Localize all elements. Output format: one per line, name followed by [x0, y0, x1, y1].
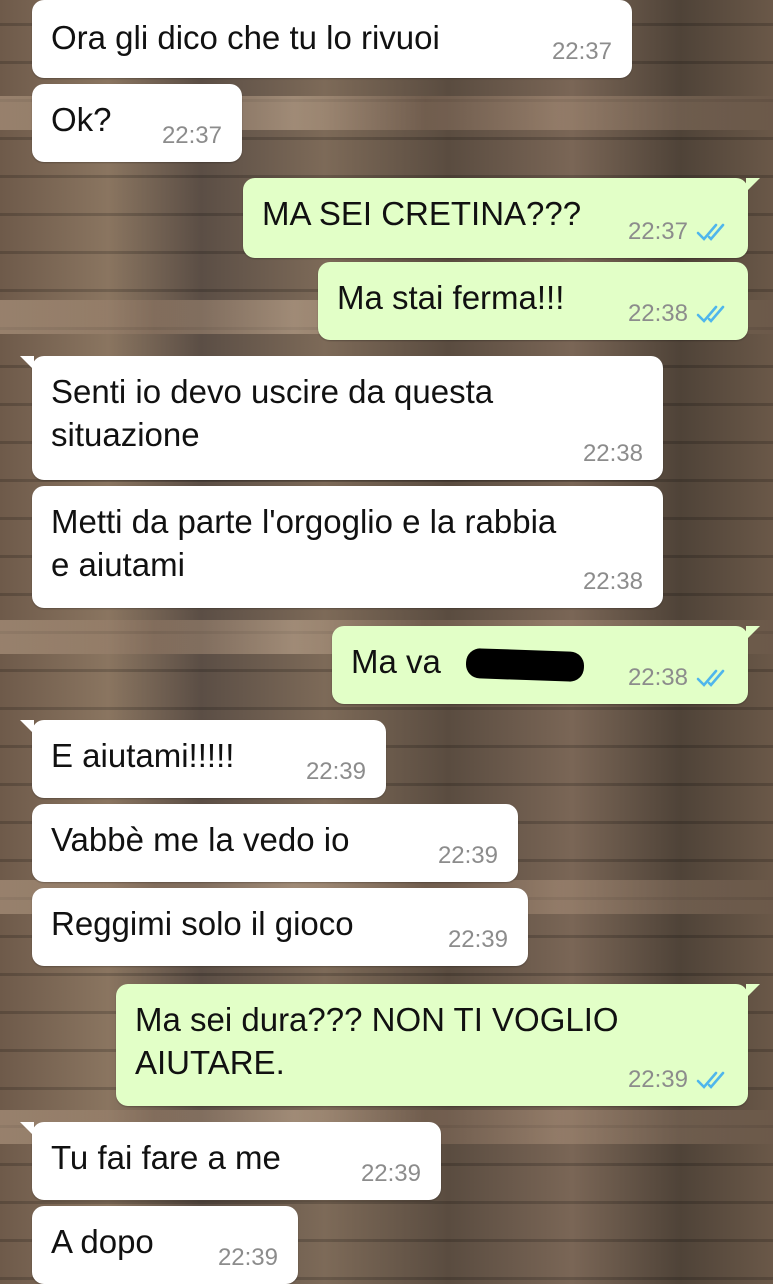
message-text: Ora gli dico che tu lo rivuoi	[51, 19, 440, 56]
redaction-mark	[465, 647, 585, 683]
outgoing-message[interactable]: Ma stai ferma!!! 22:38	[318, 262, 748, 340]
message-time: 22:37	[161, 122, 222, 149]
double-check-icon	[696, 1071, 725, 1089]
message-time: 22:38	[582, 440, 643, 467]
outgoing-message[interactable]: Ma sei dura??? NON TI VOGLIO AIUTARE. 22…	[116, 984, 760, 1106]
message-text-start: Ma va	[351, 643, 441, 680]
message-time: 22:38	[582, 568, 643, 595]
message-time: 22:37	[551, 38, 612, 65]
double-check-icon	[696, 669, 725, 687]
message-text: Vabbè me la vedo io	[51, 821, 350, 858]
incoming-message[interactable]: A dopo 22:39	[32, 1206, 298, 1284]
incoming-message[interactable]: E aiutami!!!!! 22:39	[20, 720, 386, 798]
message-time: 22:39	[305, 758, 366, 785]
incoming-message[interactable]: Senti io devo uscire da questa situazion…	[20, 356, 663, 480]
message-time: 22:39	[217, 1244, 278, 1271]
double-check-icon	[696, 305, 725, 323]
incoming-message[interactable]: Tu fai fare a me 22:39	[20, 1122, 441, 1200]
double-check-icon	[696, 223, 725, 241]
incoming-message[interactable]: Ok? 22:37	[32, 84, 242, 162]
outgoing-message[interactable]: MA SEI CRETINA??? 22:37	[243, 178, 760, 258]
message-time: 22:39	[437, 842, 498, 869]
message-text: Senti io devo uscire da questa situazion…	[51, 373, 494, 453]
incoming-message[interactable]: Vabbè me la vedo io 22:39	[32, 804, 518, 882]
message-time: 22:38	[627, 300, 688, 327]
incoming-message[interactable]: Metti da parte l'orgoglio e la rabbia e …	[32, 486, 663, 608]
incoming-message[interactable]: Reggimi solo il gioco 22:39	[32, 888, 528, 966]
message-time: 22:39	[627, 1066, 688, 1093]
message-time: 22:38	[627, 664, 688, 691]
message-text: Reggimi solo il gioco	[51, 905, 354, 942]
message-time: 22:39	[447, 926, 508, 953]
message-time: 22:37	[627, 218, 688, 245]
incoming-message[interactable]: Ora gli dico che tu lo rivuoi 22:37	[32, 0, 632, 78]
message-time: 22:39	[360, 1160, 421, 1187]
message-text: Metti da parte l'orgoglio e la rabbia e …	[51, 503, 557, 583]
chat-screen: { "messages": [ {"text": "Ora gli dico c…	[0, 0, 773, 1284]
